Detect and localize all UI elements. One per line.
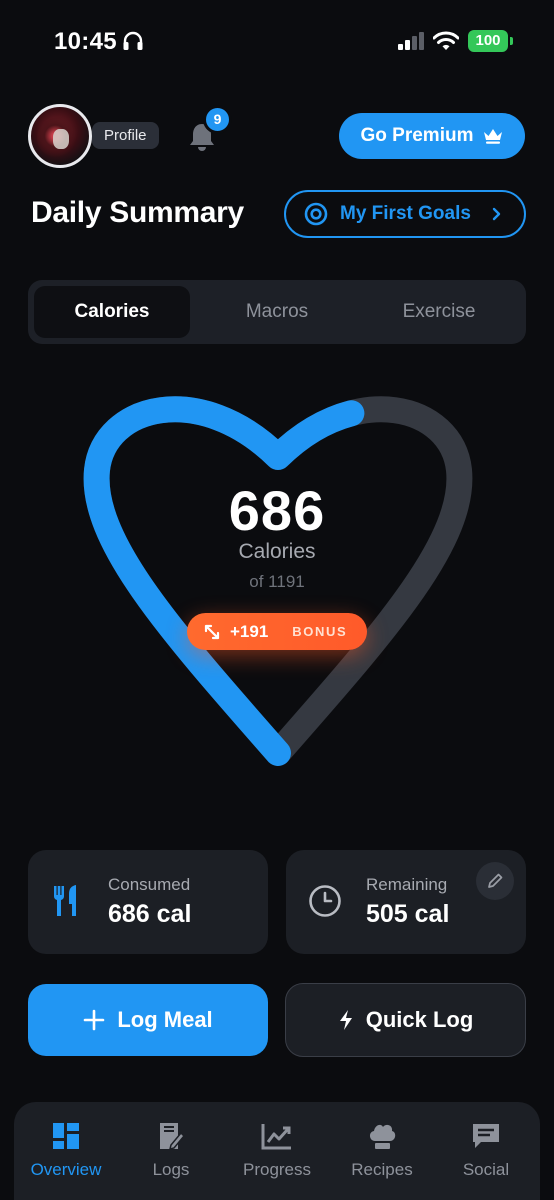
bonus-badge[interactable]: +191 BONUS xyxy=(187,613,367,650)
calories-consumed-value: 686 xyxy=(228,479,326,542)
bonus-label: BONUS xyxy=(292,624,348,639)
go-premium-button[interactable]: Go Premium xyxy=(339,113,525,159)
consumed-value: 686 cal xyxy=(108,900,192,928)
pencil-icon xyxy=(488,873,503,888)
nav-progress-label: Progress xyxy=(242,1160,312,1179)
remaining-card: Remaining 505 cal xyxy=(286,850,526,954)
bottom-navigation: Overview Logs Progress Recipes Social xyxy=(14,1102,540,1200)
target-icon xyxy=(304,202,328,226)
expand-arrows-icon xyxy=(204,624,220,639)
calories-label: Calories xyxy=(238,540,316,563)
avatar[interactable] xyxy=(28,104,92,168)
status-bar: 10:45 100 xyxy=(0,0,554,80)
calorie-heart-ring: 686 Calories of 1191 +191 BONUS xyxy=(0,360,554,800)
chart-icon xyxy=(261,1124,291,1150)
clock-icon xyxy=(309,885,341,917)
remaining-caption: Remaining xyxy=(366,875,448,894)
chevron-right-icon xyxy=(492,207,501,221)
chef-hat-icon xyxy=(369,1124,396,1149)
headphones-icon xyxy=(123,31,143,50)
nav-progress[interactable]: Progress xyxy=(225,1120,329,1180)
tab-calories[interactable]: Calories xyxy=(34,286,190,338)
quick-log-label: Quick Log xyxy=(365,1007,474,1032)
go-premium-label: Go Premium xyxy=(360,125,474,146)
log-meal-button[interactable]: Log Meal xyxy=(28,984,268,1056)
tab-macros[interactable]: Macros xyxy=(199,286,355,338)
edit-goal-button[interactable] xyxy=(476,862,514,900)
battery-indicator: 100 xyxy=(468,30,513,52)
nav-overview[interactable]: Overview xyxy=(14,1120,118,1180)
wifi-icon xyxy=(433,31,459,50)
summary-tabs: Calories Macros Exercise xyxy=(28,280,526,344)
profile-label[interactable]: Profile xyxy=(92,122,159,149)
nav-social-label: Social xyxy=(462,1160,510,1179)
log-meal-label: Log Meal xyxy=(117,1007,213,1032)
tab-exercise[interactable]: Exercise xyxy=(361,286,517,338)
goals-label: My First Goals xyxy=(340,203,471,224)
avatar-face-decoration xyxy=(53,129,69,149)
bonus-amount: +191 xyxy=(230,621,269,641)
nav-recipes[interactable]: Recipes xyxy=(330,1120,434,1180)
calories-goal-text: of 1191 xyxy=(249,572,305,591)
cellular-signal-icon xyxy=(398,32,424,50)
log-book-icon xyxy=(160,1123,185,1151)
consumed-card: Consumed 686 cal xyxy=(28,850,268,954)
chat-icon xyxy=(473,1124,499,1148)
plus-icon xyxy=(84,1009,105,1031)
consumed-caption: Consumed xyxy=(108,875,191,894)
dashboard-icon xyxy=(53,1123,79,1149)
lightning-icon xyxy=(339,1010,352,1030)
crown-icon xyxy=(484,129,503,144)
nav-logs[interactable]: Logs xyxy=(119,1120,223,1180)
remaining-value: 505 cal xyxy=(366,900,450,928)
nav-social[interactable]: Social xyxy=(434,1120,538,1180)
fork-knife-icon xyxy=(53,885,76,916)
notification-badge: 9 xyxy=(203,105,232,134)
quick-log-button[interactable]: Quick Log xyxy=(285,983,526,1057)
my-first-goals-button[interactable]: My First Goals xyxy=(284,190,526,238)
nav-overview-label: Overview xyxy=(30,1160,102,1179)
page-title: Daily Summary xyxy=(31,196,244,229)
status-time: 10:45 xyxy=(54,28,117,55)
nav-logs-label: Logs xyxy=(152,1160,190,1179)
nav-recipes-label: Recipes xyxy=(351,1160,413,1179)
